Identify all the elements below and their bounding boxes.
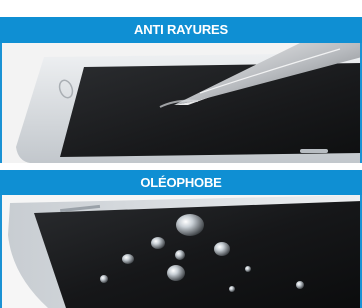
water-droplet-icon <box>245 266 251 272</box>
water-droplet-icon <box>175 250 185 260</box>
phone-port <box>300 149 328 153</box>
water-droplet-icon <box>176 214 204 236</box>
section-title: ANTI RAYURES <box>134 22 228 37</box>
water-droplet-icon <box>214 242 230 256</box>
water-droplet-icon <box>296 281 304 289</box>
water-droplet-icon <box>151 237 165 249</box>
water-droplet-icon <box>100 275 108 283</box>
section-banner-anti-rayures: ANTI RAYURES <box>0 17 362 43</box>
section-banner-oleophobe: OLÉOPHOBE <box>0 170 362 195</box>
oleophobic-image <box>0 195 362 308</box>
phone-knife-illustration <box>0 43 362 163</box>
water-droplet-icon <box>122 254 134 264</box>
phone-screen <box>60 63 362 157</box>
section-title: OLÉOPHOBE <box>140 175 222 190</box>
phone-droplets-illustration <box>0 195 362 308</box>
scratch-resistance-image <box>0 43 362 163</box>
water-droplet-icon <box>167 265 185 281</box>
water-droplet-icon <box>229 286 235 292</box>
